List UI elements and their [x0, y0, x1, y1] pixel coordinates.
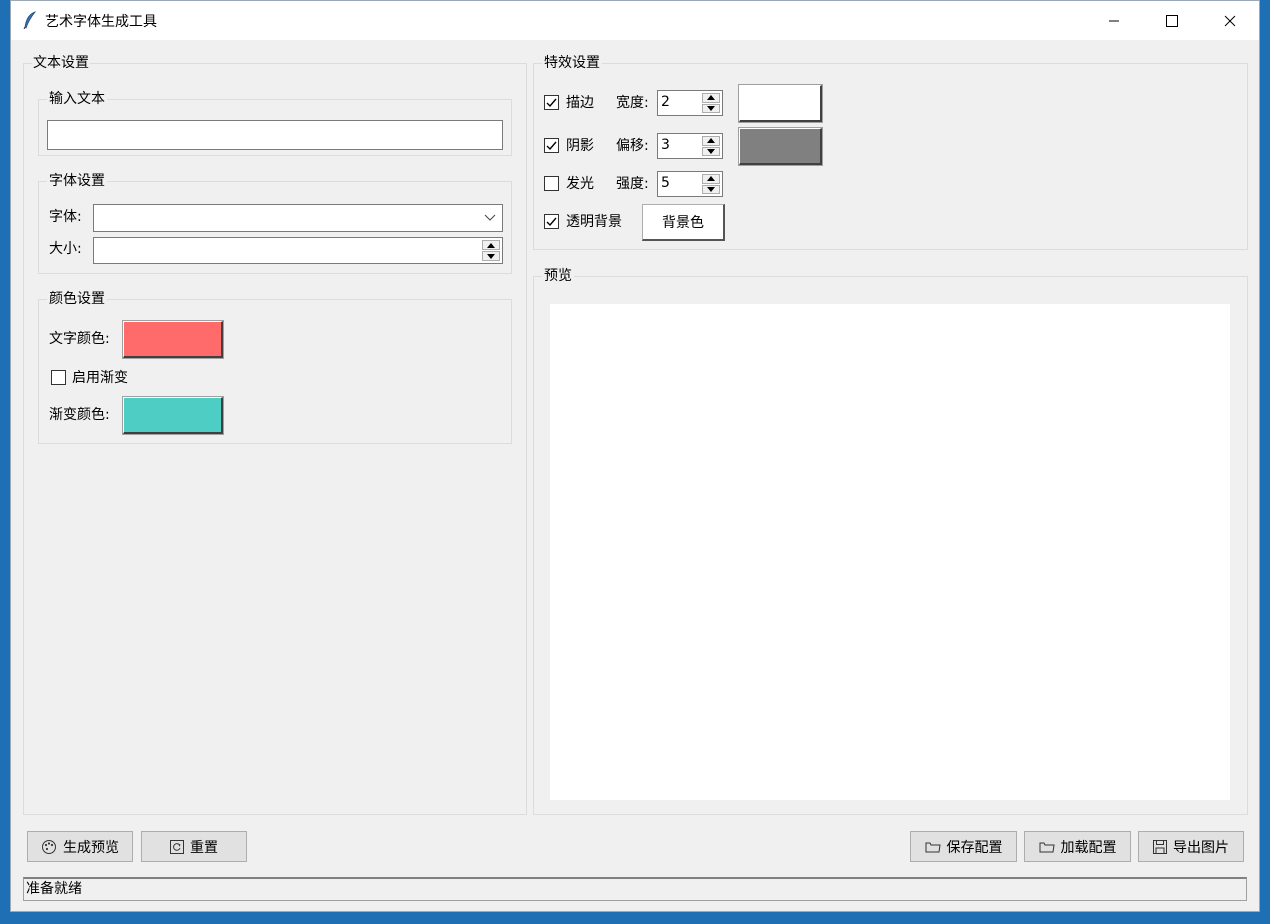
- minimize-icon: [1109, 20, 1119, 21]
- gradient-color-label: 渐变颜色:: [49, 407, 110, 423]
- stroke-width-label: 宽度:: [616, 95, 649, 111]
- stroke-color-button[interactable]: [738, 84, 823, 123]
- stroke-label: 描边: [566, 95, 594, 111]
- chevron-down-icon: [484, 214, 496, 221]
- glow-intensity-spinbox[interactable]: 5: [657, 171, 723, 197]
- status-text: 准备就绪: [26, 881, 82, 897]
- check-icon: [546, 217, 557, 227]
- font-settings-group: 字体设置 字体: 大小:: [38, 172, 512, 274]
- background-color-button[interactable]: 背景色: [642, 204, 725, 241]
- save-icon: [1153, 839, 1167, 854]
- arrow-up-icon: [707, 176, 715, 182]
- check-icon: [546, 141, 557, 151]
- text-input[interactable]: [47, 120, 503, 150]
- input-text-group: 输入文本: [38, 90, 512, 156]
- reset-label: 重置: [190, 839, 218, 856]
- feather-icon: [23, 11, 39, 30]
- transparent-bg-label: 透明背景: [566, 214, 622, 230]
- spin-down-button[interactable]: [702, 103, 720, 113]
- arrow-down-icon: [707, 186, 715, 192]
- glow-checkbox[interactable]: [544, 176, 559, 191]
- status-bar: 准备就绪: [23, 877, 1247, 901]
- arrow-down-icon: [707, 105, 715, 111]
- generate-preview-label: 生成预览: [63, 839, 119, 856]
- maximize-icon: [1166, 14, 1178, 27]
- size-label: 大小:: [49, 241, 82, 257]
- text-settings-group: 文本设置 输入文本 字体设置 字体: 大小: 颜色设置 文字颜色: 启用渐变 渐…: [23, 54, 527, 815]
- spin-up-button[interactable]: [482, 240, 500, 250]
- folder-icon: [925, 842, 941, 852]
- reset-icon: [170, 839, 184, 854]
- shadow-offset-label: 偏移:: [616, 138, 649, 154]
- transparent-bg-checkbox[interactable]: [544, 214, 559, 229]
- spin-down-button[interactable]: [702, 184, 720, 194]
- close-button[interactable]: [1201, 1, 1259, 40]
- size-spinbox[interactable]: [93, 237, 503, 264]
- font-combobox[interactable]: [93, 204, 503, 232]
- shadow-label: 阴影: [566, 138, 594, 154]
- text-color-button[interactable]: [122, 320, 224, 359]
- maximize-button[interactable]: [1143, 1, 1201, 40]
- shadow-offset-value: 3: [661, 137, 670, 153]
- background-color-label: 背景色: [662, 215, 704, 231]
- arrow-up-icon: [707, 138, 715, 144]
- font-label: 字体:: [49, 209, 82, 225]
- save-config-button[interactable]: 保存配置: [910, 831, 1017, 862]
- gradient-color-button[interactable]: [122, 396, 224, 435]
- font-settings-title: 字体设置: [47, 172, 107, 190]
- spin-up-button[interactable]: [702, 174, 720, 184]
- glow-intensity-value: 5: [661, 175, 670, 191]
- check-icon: [546, 98, 557, 108]
- load-config-label: 加载配置: [1060, 839, 1117, 856]
- save-config-label: 保存配置: [946, 839, 1003, 856]
- generate-preview-button[interactable]: 生成预览: [27, 831, 133, 862]
- spin-down-button[interactable]: [702, 146, 720, 156]
- gradient-label: 启用渐变: [72, 370, 128, 386]
- preview-group: 预览: [533, 267, 1248, 815]
- arrow-up-icon: [487, 242, 495, 248]
- export-image-button[interactable]: 导出图片: [1138, 831, 1244, 862]
- color-settings-group: 颜色设置 文字颜色: 启用渐变 渐变颜色:: [38, 290, 512, 444]
- shadow-color-button[interactable]: [738, 127, 823, 166]
- glow-label: 发光: [566, 176, 594, 192]
- color-settings-title: 颜色设置: [47, 290, 107, 308]
- window-title: 艺术字体生成工具: [45, 14, 157, 30]
- arrow-down-icon: [487, 253, 495, 259]
- effects-settings-title: 特效设置: [542, 54, 602, 72]
- minimize-button[interactable]: [1085, 1, 1143, 40]
- stroke-width-spinbox[interactable]: 2: [657, 90, 723, 116]
- stroke-checkbox[interactable]: [544, 95, 559, 110]
- spin-up-button[interactable]: [702, 93, 720, 103]
- arrow-up-icon: [707, 95, 715, 101]
- export-image-label: 导出图片: [1173, 839, 1229, 856]
- spin-up-button[interactable]: [702, 136, 720, 146]
- shadow-checkbox[interactable]: [544, 138, 559, 153]
- effects-settings-group: 特效设置 描边 宽度: 2 阴影 偏移: 3 发光 强度: 5 透明背景 背景色: [533, 54, 1248, 250]
- title-bar: 艺术字体生成工具: [11, 1, 1259, 40]
- glow-intensity-label: 强度:: [616, 176, 649, 192]
- input-text-title: 输入文本: [47, 90, 107, 108]
- palette-icon: [42, 839, 56, 854]
- close-icon: [1224, 15, 1236, 26]
- preview-canvas: [550, 304, 1230, 800]
- preview-title: 预览: [542, 267, 574, 285]
- reset-button[interactable]: 重置: [141, 831, 247, 862]
- arrow-down-icon: [707, 148, 715, 154]
- gradient-checkbox[interactable]: [51, 370, 66, 385]
- text-settings-title: 文本设置: [32, 54, 90, 72]
- folder-icon: [1039, 842, 1055, 852]
- app-window: 艺术字体生成工具 文本设置 输入文本 字体设置 字体: 大小: 颜色设置 文字颜…: [10, 0, 1260, 912]
- shadow-offset-spinbox[interactable]: 3: [657, 133, 723, 159]
- load-config-button[interactable]: 加载配置: [1024, 831, 1131, 862]
- text-color-label: 文字颜色:: [49, 331, 110, 347]
- stroke-width-value: 2: [661, 94, 670, 110]
- spin-down-button[interactable]: [482, 251, 500, 261]
